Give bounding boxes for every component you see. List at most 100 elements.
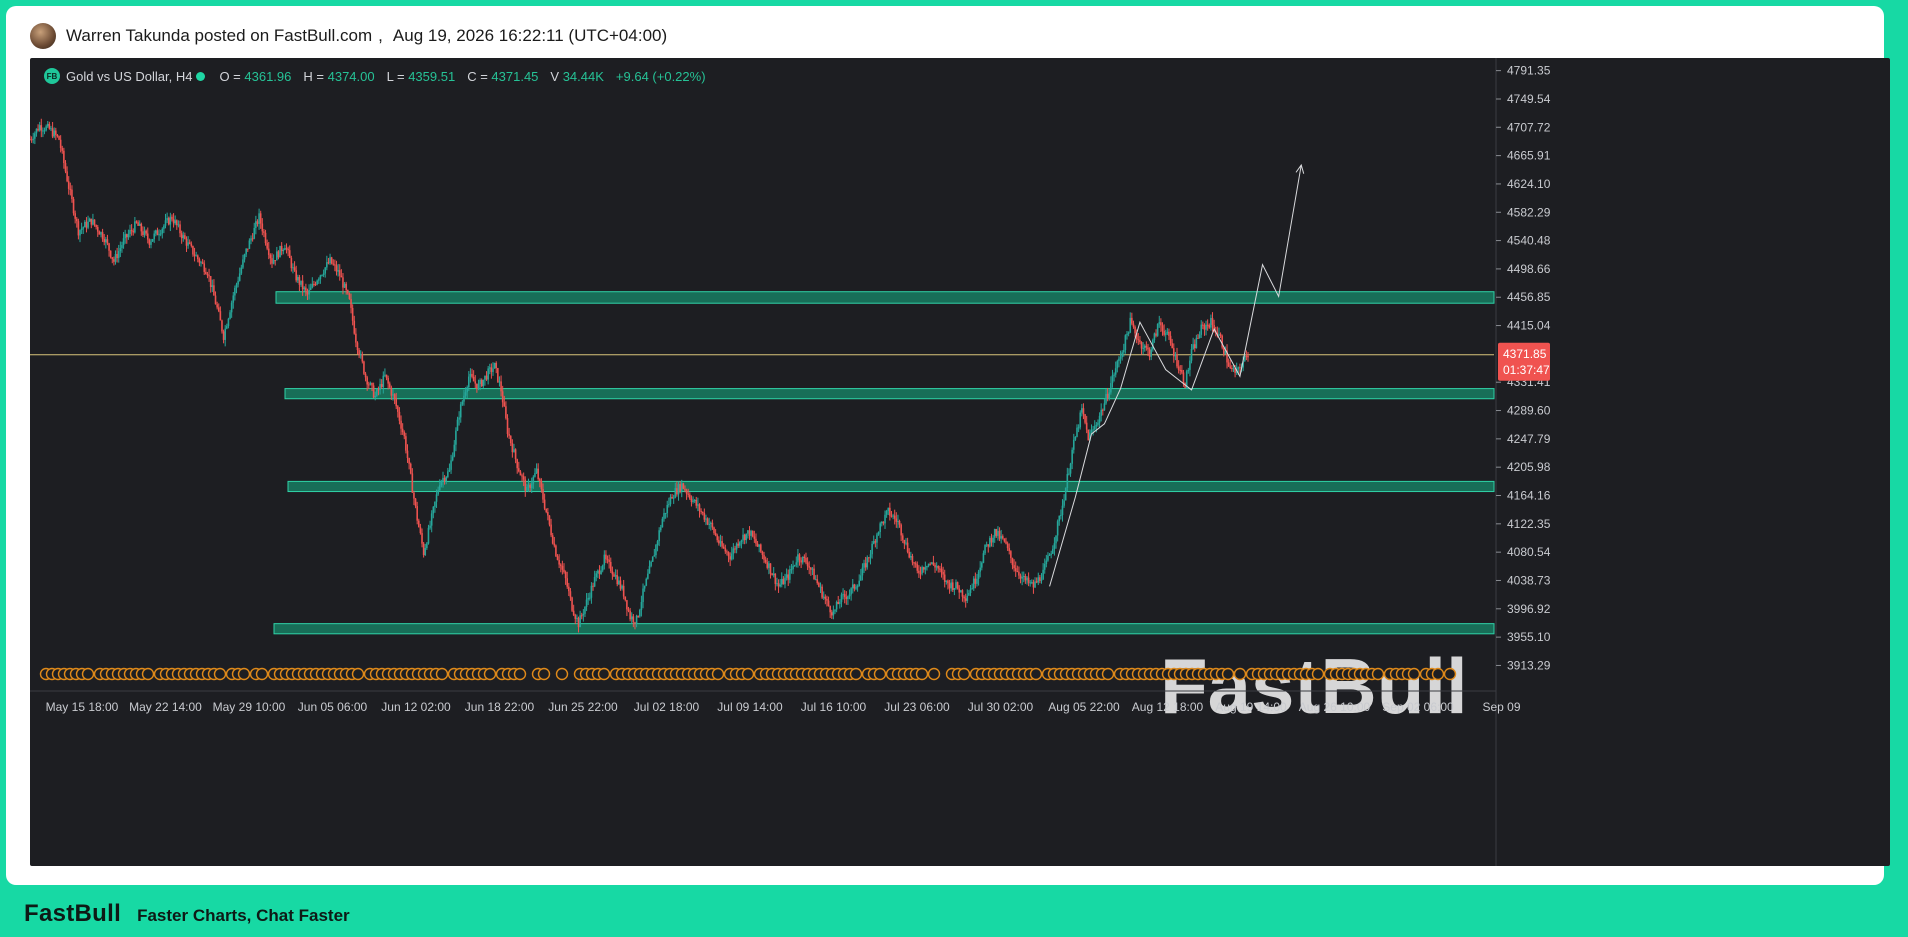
candle-body bbox=[568, 586, 570, 592]
candle-body bbox=[63, 150, 65, 164]
candle-body bbox=[503, 402, 506, 407]
candle-body bbox=[743, 534, 746, 541]
candle-body bbox=[485, 375, 488, 380]
candle-body bbox=[782, 578, 785, 585]
candle-body bbox=[811, 568, 814, 570]
candle-body bbox=[987, 544, 990, 547]
candle-body bbox=[1192, 344, 1194, 349]
candle-body bbox=[771, 573, 773, 576]
candle-body bbox=[80, 228, 83, 231]
candle-body bbox=[88, 218, 91, 222]
candle-body bbox=[808, 566, 810, 568]
candle-body bbox=[95, 224, 97, 228]
candle-body bbox=[163, 225, 165, 229]
candle-body bbox=[613, 574, 615, 577]
candle-body bbox=[1000, 536, 1002, 539]
candle-body bbox=[684, 488, 686, 491]
candle-body bbox=[821, 586, 823, 598]
candle-body bbox=[618, 580, 620, 585]
open-value: 4361.96 bbox=[244, 68, 292, 84]
price-chart[interactable]: FastBull 4791.35 4749.54 4707.72 4665.91 4624… bbox=[30, 58, 1890, 866]
candle-body bbox=[800, 560, 802, 563]
candle-body bbox=[77, 221, 80, 236]
candle-body bbox=[1127, 332, 1130, 334]
candle-body bbox=[1210, 317, 1212, 328]
candle-body bbox=[719, 541, 722, 544]
candle-body bbox=[1237, 367, 1240, 369]
candle-body bbox=[279, 245, 281, 258]
event-marker-icon bbox=[873, 667, 887, 681]
candle-body bbox=[611, 571, 614, 575]
event-marker-icon bbox=[513, 667, 527, 681]
candle-body bbox=[480, 379, 483, 387]
candle-body bbox=[366, 377, 368, 385]
candle-body bbox=[380, 384, 383, 387]
candle-body bbox=[1019, 575, 1022, 579]
author-avatar[interactable] bbox=[30, 23, 56, 49]
candle-body bbox=[390, 387, 393, 396]
candle-body bbox=[785, 574, 788, 578]
candle-body bbox=[981, 562, 983, 568]
candle-body bbox=[884, 514, 886, 524]
low-label: L = bbox=[386, 68, 405, 84]
candle-body bbox=[1231, 368, 1233, 370]
candle-body bbox=[753, 536, 756, 539]
footer-brand[interactable]: FastBull bbox=[24, 900, 121, 928]
candle-body bbox=[680, 483, 683, 492]
candle-body bbox=[1095, 424, 1098, 427]
candle-body bbox=[1179, 369, 1182, 371]
symbol-name[interactable]: Gold vs US Dollar, H4 bbox=[66, 69, 192, 84]
candle-body bbox=[351, 307, 354, 321]
candle-body bbox=[53, 130, 55, 137]
volume-value: 34.44K bbox=[562, 68, 604, 84]
candle-body bbox=[951, 582, 954, 590]
candle-body bbox=[248, 240, 251, 249]
candle-body bbox=[427, 527, 430, 544]
candle-body bbox=[669, 497, 672, 505]
candle-body bbox=[308, 289, 310, 295]
candle-body bbox=[309, 287, 312, 290]
event-marker-icon bbox=[927, 667, 941, 681]
candle-body bbox=[998, 530, 1001, 539]
x-tick-label: Aug 26 10:00 bbox=[1299, 700, 1371, 714]
candle-body bbox=[1055, 535, 1057, 544]
candle-body bbox=[656, 541, 659, 545]
candle-body bbox=[177, 224, 180, 226]
candle-body bbox=[922, 567, 925, 570]
candle-body bbox=[1031, 582, 1033, 584]
candle-body bbox=[913, 562, 915, 564]
candle-body bbox=[347, 290, 349, 294]
candle-body bbox=[209, 275, 212, 287]
candle-body bbox=[1097, 422, 1099, 425]
candle-body bbox=[468, 376, 470, 388]
candle-body bbox=[977, 571, 980, 579]
candle-body bbox=[498, 381, 501, 383]
author-line[interactable]: Warren Takunda posted on FastBull.com bbox=[66, 26, 372, 46]
candle-body bbox=[795, 562, 798, 565]
event-marker-icon bbox=[435, 667, 449, 681]
candle-body bbox=[605, 554, 607, 560]
y-tick-label: 4624.10 bbox=[1507, 177, 1551, 191]
candle-body bbox=[455, 430, 457, 445]
candle-body bbox=[639, 610, 641, 617]
candle-body bbox=[79, 230, 81, 236]
candle-body bbox=[64, 163, 67, 172]
candle-body bbox=[740, 540, 743, 543]
candle-body bbox=[1045, 560, 1048, 564]
candle-body bbox=[648, 566, 651, 574]
candle-body bbox=[472, 376, 475, 382]
candle-body bbox=[274, 260, 277, 262]
candle-body bbox=[814, 579, 817, 581]
candle-body bbox=[416, 506, 418, 521]
candle-body bbox=[138, 223, 141, 226]
candle-body bbox=[156, 230, 159, 236]
candle-body bbox=[856, 585, 859, 588]
candle-body bbox=[842, 594, 844, 596]
chart-canvas[interactable]: FastBull 4791.35 4749.54 4707.72 4665.91 4624… bbox=[30, 58, 1890, 866]
candle-body bbox=[521, 475, 523, 477]
candle-body bbox=[995, 529, 998, 536]
candle-body bbox=[1108, 392, 1111, 398]
candle-body bbox=[1168, 331, 1170, 336]
candle-body bbox=[690, 498, 693, 502]
candle-body bbox=[622, 585, 625, 597]
